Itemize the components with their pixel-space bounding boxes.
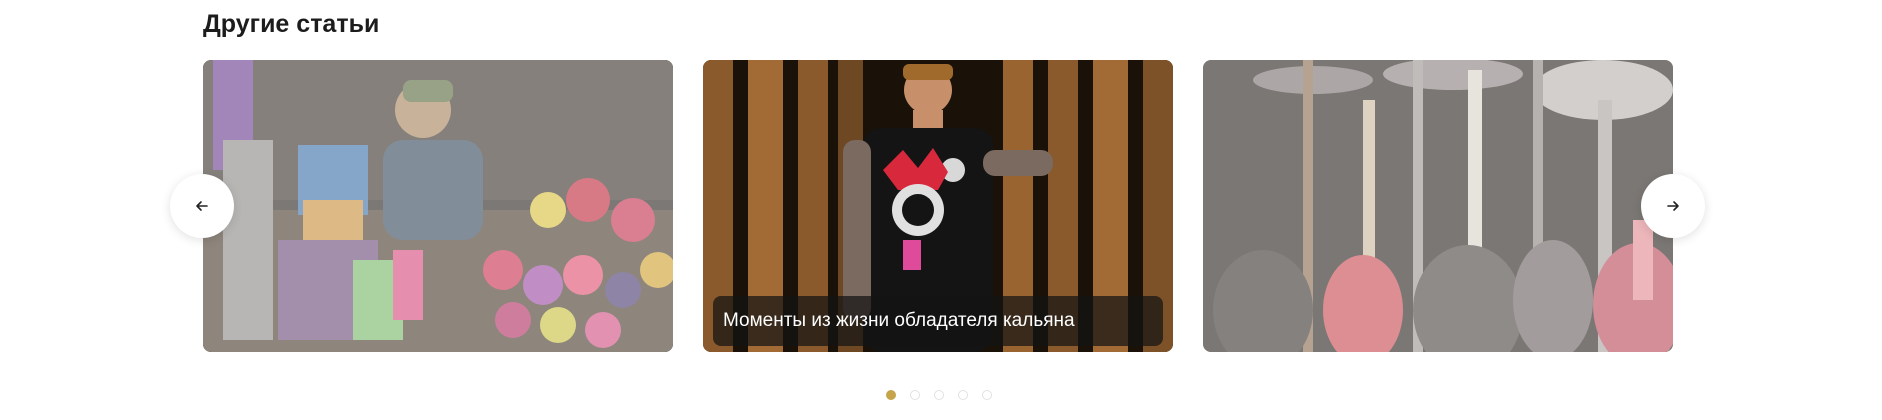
pagination-dot-4[interactable] — [958, 390, 968, 400]
article-card-hookah-owner[interactable]: Моменты из жизни обладателя кальяна — [703, 60, 1173, 352]
card-dim-overlay — [1203, 60, 1673, 352]
carousel-next-button[interactable] — [1641, 174, 1705, 238]
card-dim-overlay — [203, 60, 673, 352]
carousel-pagination — [886, 390, 992, 400]
article-caption[interactable]: Моменты из жизни обладателя кальяна — [713, 296, 1163, 346]
pagination-dot-3[interactable] — [934, 390, 944, 400]
carousel-prev-button[interactable] — [170, 174, 234, 238]
pagination-dot-5[interactable] — [982, 390, 992, 400]
pagination-dot-2[interactable] — [910, 390, 920, 400]
pagination-dot-1[interactable] — [886, 390, 896, 400]
arrow-right-icon — [1667, 201, 1679, 211]
article-card-hookahs[interactable] — [1203, 60, 1673, 352]
arrow-left-icon — [196, 201, 208, 211]
article-card-tobacco[interactable] — [203, 60, 673, 352]
articles-carousel: Моменты из жизни обладателя кальяна — [203, 60, 1681, 352]
other-articles-section: Другие статьи Моменты из жизни обладател… — [0, 0, 1882, 420]
section-title: Другие статьи — [203, 10, 380, 38]
